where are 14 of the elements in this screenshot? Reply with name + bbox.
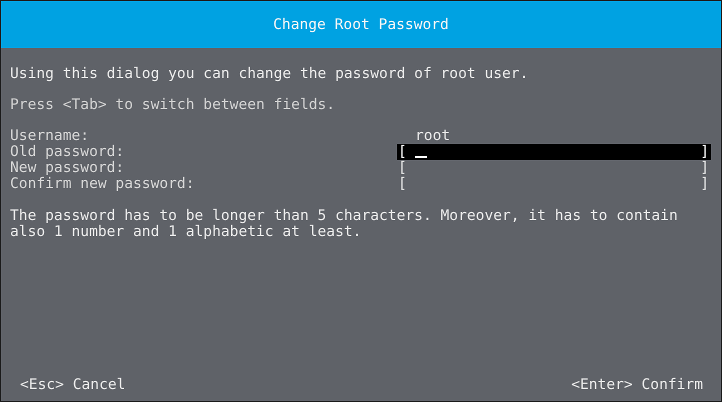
confirm-action[interactable]: <Enter> Confirm — [571, 377, 703, 393]
password-field[interactable]: [ ] — [397, 160, 711, 176]
field-label: Old password: — [10, 144, 126, 160]
password-field[interactable]: [ ] — [397, 144, 711, 160]
cancel-action[interactable]: <Esc> Cancel — [20, 377, 126, 393]
username-value: root — [415, 128, 450, 144]
hint-text: Press <Tab> to switch between fields. — [10, 97, 336, 113]
intro-text: Using this dialog you can change the password of root user. — [10, 66, 530, 82]
field-label: Username: — [10, 128, 90, 144]
dialog-title: Change Root Password — [273, 16, 449, 33]
field-label: New password: — [10, 160, 126, 176]
field-label: Confirm new password: — [10, 176, 196, 192]
password-field[interactable]: [ ] — [397, 176, 711, 192]
password-rule-text: The password has to be longer than 5 characters. Moreover, it has to contain also 1 number and 1 alphabetic at least. — [10, 208, 679, 240]
